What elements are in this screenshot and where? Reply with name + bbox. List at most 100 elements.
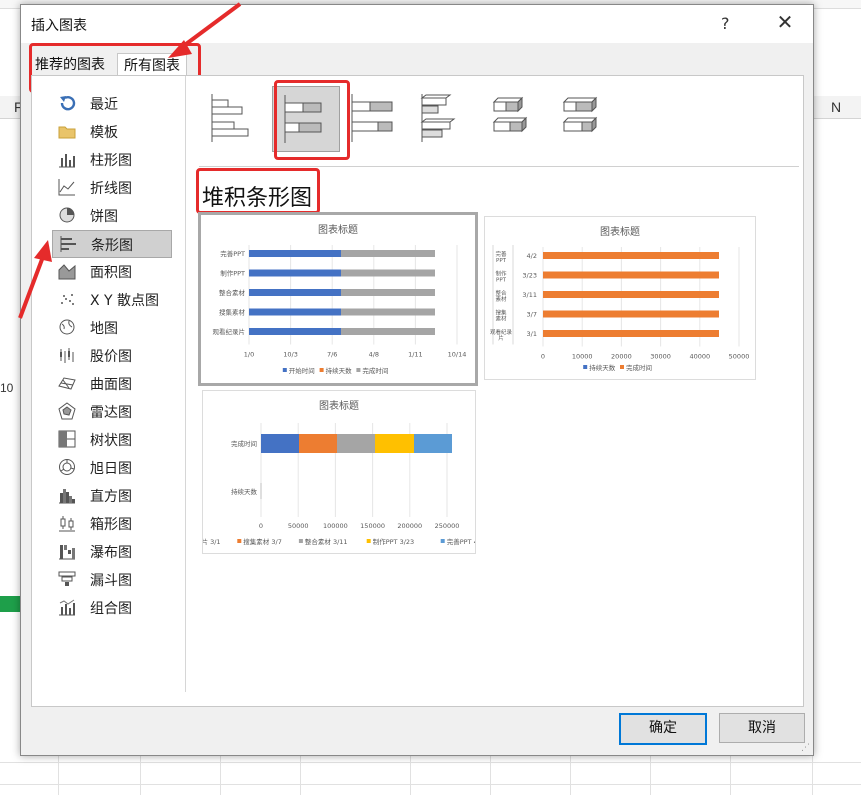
sidebar-item-combo-chart[interactable]: 组合图 <box>52 594 170 620</box>
y-tick-label: 4/2 <box>527 252 537 260</box>
subtype-100-stacked-bar[interactable] <box>342 86 408 150</box>
chart-preview-1[interactable]: 图表标题 1/0 10/3 7/6 4/8 1/11 10/14 完善PPT 制作PPT 整合素材… <box>198 212 478 386</box>
treemap-chart-icon <box>58 430 76 448</box>
sidebar-item-histogram-chart[interactable]: 直方图 <box>52 482 170 508</box>
sidebar-item-column-chart[interactable]: 柱形图 <box>52 146 170 172</box>
sidebar-item-label: 模板 <box>90 125 118 141</box>
bar-segment <box>341 250 435 257</box>
subtype-clustered-bar[interactable] <box>202 86 268 150</box>
sidebar-item-scatter-chart[interactable]: X Y 散点图 <box>52 286 170 312</box>
radar-chart-icon <box>58 402 76 420</box>
y-tick-label: 持续天数 <box>231 487 258 496</box>
x-tick-label: 250000 <box>435 522 460 530</box>
bar-segment <box>249 328 341 335</box>
legend-label: 完成时间 <box>362 366 388 375</box>
bar-chart-icon <box>59 235 77 253</box>
sidebar-item-sunburst-chart[interactable]: 旭日图 <box>52 454 170 480</box>
cell-fill <box>0 596 20 612</box>
subtype-3d-clustered-bar[interactable] <box>412 86 478 150</box>
sidebar-item-surface-chart[interactable]: 曲面图 <box>52 370 170 396</box>
sidebar-item-line-chart[interactable]: 折线图 <box>52 174 170 200</box>
x-tick-label: 10/3 <box>283 351 298 359</box>
y-tick-label: 3/23 <box>522 272 537 280</box>
annotation-box-subtype <box>274 80 350 160</box>
bar-segment <box>261 434 299 453</box>
sidebar-item-label: 直方图 <box>90 489 132 505</box>
bar-segment <box>543 252 719 259</box>
sunburst-chart-icon <box>58 458 76 476</box>
sidebar-item-area-chart[interactable]: 面积图 <box>52 258 170 284</box>
cancel-button[interactable]: 取消 <box>719 713 805 743</box>
sidebar-item-waterfall-chart[interactable]: 瀑布图 <box>52 538 170 564</box>
waterfall-chart-icon <box>58 542 76 560</box>
subtype-3d-stacked-bar[interactable] <box>482 86 548 150</box>
sidebar-item-map-chart[interactable]: 地图 <box>52 314 170 340</box>
y-group-label: 完善 <box>495 250 507 258</box>
y-group-label: PPT <box>496 278 507 284</box>
y-tick-label: 整合素材 <box>219 288 246 297</box>
cell-value[interactable]: 10 <box>0 381 13 395</box>
3d-100-stacked-bar-icon <box>562 96 598 133</box>
sidebar-item-pie-chart[interactable]: 饼图 <box>52 202 170 228</box>
legend-swatch <box>620 365 624 369</box>
sidebar-item-stock-chart[interactable]: 股价图 <box>52 342 170 368</box>
recent-icon <box>58 94 76 112</box>
sidebar-item-funnel-chart[interactable]: 漏斗图 <box>52 566 170 592</box>
sidebar-item-label: 饼图 <box>90 209 118 225</box>
y-tick-label: 3/1 <box>527 330 537 338</box>
legend-swatch <box>366 539 371 543</box>
sidebar-item-treemap-chart[interactable]: 树状图 <box>52 426 170 452</box>
y-group-label: 制作 <box>495 270 507 278</box>
sidebar-item-label: 曲面图 <box>90 377 132 393</box>
bar-segment <box>341 328 435 335</box>
bar-segment <box>543 291 719 298</box>
chart-preview-3[interactable]: 图表标题 0 50000 100000 150000 200000 250000 完成时间 持续… <box>169 390 484 554</box>
legend-swatch <box>298 539 303 543</box>
legend-label: 制作PPT 3/23 <box>373 537 414 546</box>
x-tick-label: 150000 <box>360 522 385 530</box>
dialog-titlebar: 插入图表 ? ✕ <box>21 5 813 43</box>
grid-line <box>0 762 861 763</box>
legend-label: 完成时间 <box>626 363 652 372</box>
sidebar-item-label: 箱形图 <box>90 517 132 533</box>
x-tick-label: 4/8 <box>369 351 379 359</box>
resize-grip-icon[interactable]: ⋰ <box>801 743 811 753</box>
legend-label: 观看纪录片 3/1 <box>203 537 221 546</box>
sidebar-item-recent[interactable]: 最近 <box>52 90 170 116</box>
insert-chart-dialog: 插入图表 ? ✕ 推荐的图表 所有图表 最近 模板 柱形图 折线图 饼图 条形图 面积图 X … <box>20 4 814 756</box>
ok-button[interactable]: 确定 <box>619 713 707 745</box>
chart-preview-2[interactable]: 图表标题 0 10000 20000 30000 40000 50000 完善 PPT 4/2 制作… <box>484 216 756 380</box>
close-button[interactable]: ✕ <box>773 10 797 34</box>
subtype-3d-100-stacked-bar[interactable] <box>552 86 618 150</box>
bar-segment <box>249 289 341 296</box>
help-button[interactable]: ? <box>721 14 730 33</box>
clustered-bar-icon <box>211 94 249 142</box>
y-tick-label: 3/7 <box>527 311 537 319</box>
sidebar-item-label: 雷达图 <box>90 405 132 421</box>
bar-segment <box>249 308 341 316</box>
combo-chart-icon <box>58 598 76 616</box>
column-header-n[interactable]: N <box>831 99 841 115</box>
legend-swatch <box>356 368 361 372</box>
legend-label: 整合素材 3/11 <box>305 537 348 546</box>
y-group-label: 片 <box>498 334 504 342</box>
legend-label: 开始时间 <box>289 366 315 375</box>
grid-line <box>0 784 861 785</box>
sidebar-item-folder[interactable]: 模板 <box>52 118 170 144</box>
line-chart-icon <box>58 178 76 196</box>
y-tick-label: 3/11 <box>522 291 537 299</box>
subtype-separator <box>199 166 799 167</box>
3d-stacked-bar-icon <box>492 96 528 133</box>
funnel-chart-icon <box>58 570 76 588</box>
sidebar-item-label: 折线图 <box>90 181 132 197</box>
sidebar-item-box-chart[interactable]: 箱形图 <box>52 510 170 536</box>
sidebar-item-radar-chart[interactable]: 雷达图 <box>52 398 170 424</box>
sidebar-item-label: 股价图 <box>90 349 132 365</box>
sidebar-item-label: 漏斗图 <box>90 573 132 589</box>
y-tick-label: 搜集素材 <box>219 308 246 317</box>
box-chart-icon <box>58 514 76 532</box>
surface-chart-icon <box>58 374 76 392</box>
pie-chart-icon <box>58 206 76 224</box>
sidebar-item-bar-chart[interactable]: 条形图 <box>52 230 172 258</box>
x-tick-label: 200000 <box>397 522 422 530</box>
